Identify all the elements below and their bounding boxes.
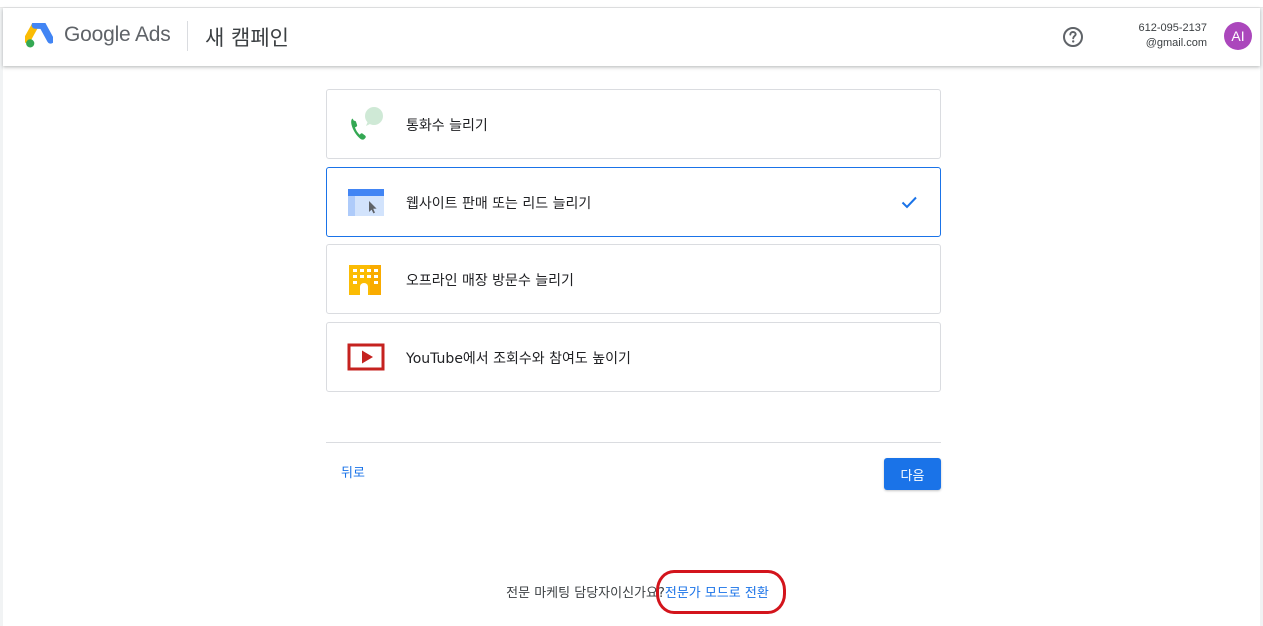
- goal-option-store-visits[interactable]: 오프라인 매장 방문수 늘리기: [326, 244, 941, 314]
- store-building-icon: [349, 265, 381, 295]
- avatar[interactable]: AI: [1224, 22, 1252, 50]
- help-icon[interactable]: [1062, 26, 1084, 48]
- app-header: Google Ads 새 캠페인 612-095-2137 @gmail.com…: [3, 8, 1260, 66]
- youtube-play-icon: [347, 343, 385, 371]
- left-edge: [0, 8, 3, 626]
- goal-option-label: 웹사이트 판매 또는 리드 늘리기: [406, 196, 592, 212]
- goal-option-website[interactable]: 웹사이트 판매 또는 리드 늘리기: [326, 167, 941, 237]
- goal-option-label: YouTube에서 조회수와 참여도 높이기: [406, 351, 631, 367]
- expert-mode-footer: 전문 마케팅 담당자이신가요?전문가 모드로 전환: [0, 582, 1263, 601]
- account-email: @gmail.com: [1145, 37, 1207, 49]
- phone-call-icon: [351, 107, 383, 140]
- goal-option-label: 오프라인 매장 방문수 늘리기: [406, 273, 574, 289]
- switch-to-expert-mode-link[interactable]: 전문가 모드로 전환: [665, 586, 769, 601]
- google-ads-logo-icon[interactable]: [25, 23, 53, 49]
- back-button[interactable]: 뒤로: [331, 461, 375, 487]
- account-info[interactable]: 612-095-2137 @gmail.com: [1138, 21, 1207, 51]
- page-title: 새 캠페인: [205, 26, 289, 50]
- browser-top-strip: [0, 0, 1263, 8]
- next-button[interactable]: 다음: [884, 458, 941, 490]
- website-icon: [348, 189, 384, 216]
- goal-option-calls[interactable]: 통화수 늘리기: [326, 89, 941, 159]
- section-divider: [326, 442, 941, 443]
- brand-name: Google Ads: [64, 23, 171, 46]
- goal-option-label: 통화수 늘리기: [406, 118, 488, 134]
- checkmark-icon: [901, 196, 917, 209]
- header-divider: [187, 21, 188, 51]
- account-id: 612-095-2137: [1138, 22, 1207, 34]
- goal-option-youtube[interactable]: YouTube에서 조회수와 참여도 높이기: [326, 322, 941, 392]
- expert-mode-prompt: 전문 마케팅 담당자이신가요?: [506, 586, 665, 601]
